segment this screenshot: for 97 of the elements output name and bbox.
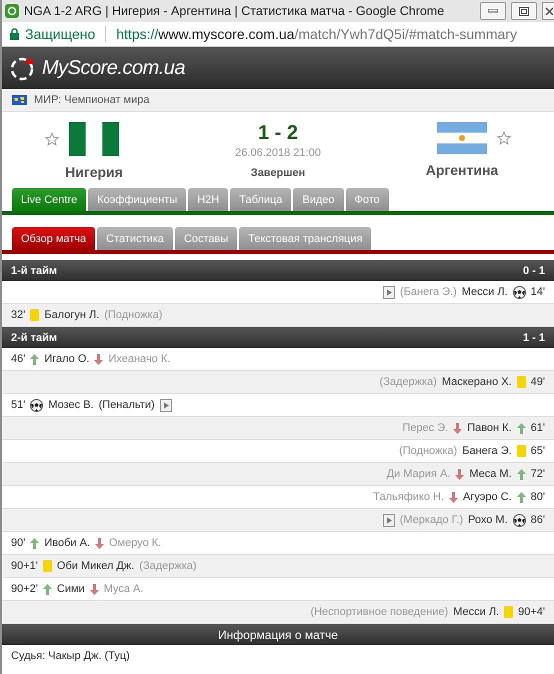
ball-icon [512, 286, 526, 298]
tab[interactable]: Обзор матча [12, 227, 96, 250]
event-time: 32' [11, 309, 26, 321]
flag-icon [437, 122, 487, 154]
close-button[interactable] [542, 2, 554, 20]
event-note: (Меркадо Г.) [400, 514, 464, 526]
minimize-icon [488, 9, 498, 13]
event-note: (Банега Э.) [400, 286, 457, 298]
world-flag-icon [12, 95, 27, 105]
event-note: (Задержка) [380, 376, 437, 388]
minimize-button[interactable] [480, 2, 506, 20]
event-time: 86' [530, 514, 545, 526]
info-title: Информация о матче [218, 628, 338, 642]
star-icon[interactable] [45, 132, 59, 146]
flag-icon [69, 122, 119, 156]
close-icon [544, 7, 552, 15]
event-note: (Задержка) [139, 560, 197, 572]
arrow-down-icon [453, 422, 462, 434]
window-title: NGA 1-2 ARG | Нигерия - Аргентина | Статистика матча - Google Chrome [24, 4, 446, 18]
card-icon [516, 376, 526, 388]
card-icon [516, 445, 526, 457]
ball-icon [512, 514, 526, 526]
match-status: Завершен [250, 167, 306, 179]
player-name[interactable]: Павон К. [467, 422, 512, 434]
match-score: 1 - 2 [258, 122, 298, 145]
arrow-up-icon [516, 422, 526, 434]
url-text: https://www.myscore.com.ua/match/Ywh7dQ5i/#match-summary [116, 26, 517, 42]
player-name: Муса А. [104, 583, 144, 595]
player-name: Омеруо К. [108, 537, 162, 549]
arrow-down-icon [90, 584, 99, 594]
arrow-down-icon [455, 468, 464, 480]
player-name[interactable]: Рохо М. [468, 514, 508, 526]
event-time: 90+2' [11, 583, 38, 595]
player-name: Перес Э. [402, 422, 448, 434]
player-name: Ди Мария А. [386, 468, 450, 480]
event-note: (Пенальти) [98, 399, 155, 411]
period-title: 1-й тайм [11, 264, 58, 276]
maximize-button[interactable] [511, 2, 537, 20]
arrow-up-icon [30, 538, 40, 548]
event-time: 14' [530, 286, 545, 298]
tab[interactable]: Live Centre [12, 188, 86, 211]
player-name[interactable]: Ивоби А. [44, 537, 90, 549]
player-name[interactable]: Оби Микел Дж. [56, 560, 134, 572]
player-name[interactable]: Банега Э. [462, 445, 512, 457]
team-name[interactable]: Аргентина [426, 162, 498, 178]
player-name: Ихеаначо К. [108, 353, 170, 365]
arrow-up-icon [30, 354, 40, 364]
video-icon[interactable] [382, 514, 395, 526]
match-date: 26.06.2018 21:00 [235, 147, 321, 159]
event-note: (Подножка) [104, 309, 162, 321]
star-icon[interactable] [497, 131, 511, 145]
event-time: 90+4' [518, 606, 545, 618]
player-name[interactable]: Месси Л. [453, 606, 500, 618]
period-score: 0 - 1 [522, 264, 545, 276]
event-time: 90' [11, 537, 26, 549]
video-icon[interactable] [160, 398, 172, 412]
restore-icon [519, 6, 529, 16]
player-name[interactable]: Балогун Л. [44, 309, 100, 321]
arrow-down-icon [94, 354, 104, 364]
logo-icon[interactable] [10, 55, 36, 81]
ball-icon [30, 398, 44, 412]
event-time: 80' [530, 491, 545, 503]
player-name: Тальяфико Н. [373, 491, 444, 503]
player-name[interactable]: Агуэро С. [463, 491, 512, 503]
player-name[interactable]: Месси Л. [462, 286, 508, 298]
event-note: (Подножка) [399, 445, 458, 457]
event-note: (Неспортивное поведение) [310, 606, 448, 618]
site-logo[interactable]: MyScore.com.ua [42, 56, 186, 80]
card-icon [42, 560, 52, 572]
period-score: 1 - 1 [522, 332, 545, 344]
player-name[interactable]: Сими [56, 583, 85, 595]
event-time: 51' [11, 399, 26, 411]
lock-icon [10, 28, 19, 40]
event-time: 61' [530, 422, 545, 434]
video-icon[interactable] [383, 286, 395, 298]
player-name[interactable]: Мозес В. [48, 399, 94, 411]
arrow-down-icon [94, 538, 104, 548]
secure-label: Защищено [25, 26, 96, 42]
arrow-up-icon [42, 584, 52, 594]
app-icon [5, 4, 19, 18]
competition-name[interactable]: МИР: Чемпионат мира [34, 94, 150, 106]
period-title: 2-й тайм [11, 332, 58, 344]
referee-text: Судья: Чакыр Дж. (Туц) [11, 650, 130, 662]
player-name[interactable]: Маскерано Х. [442, 376, 512, 388]
event-time: 90+1' [11, 560, 38, 572]
player-name[interactable]: Меса М. [469, 468, 512, 480]
player-name[interactable]: Игало О. [44, 353, 90, 365]
arrow-up-icon [516, 492, 526, 502]
event-time: 46' [11, 353, 26, 365]
event-time: 72' [530, 468, 545, 480]
arrow-down-icon [449, 492, 458, 502]
card-icon [30, 309, 40, 321]
team-name[interactable]: Нигерия [65, 164, 123, 180]
event-time: 49' [530, 376, 545, 388]
card-icon [504, 606, 514, 618]
arrow-up-icon [516, 468, 526, 480]
event-time: 65' [530, 445, 545, 457]
